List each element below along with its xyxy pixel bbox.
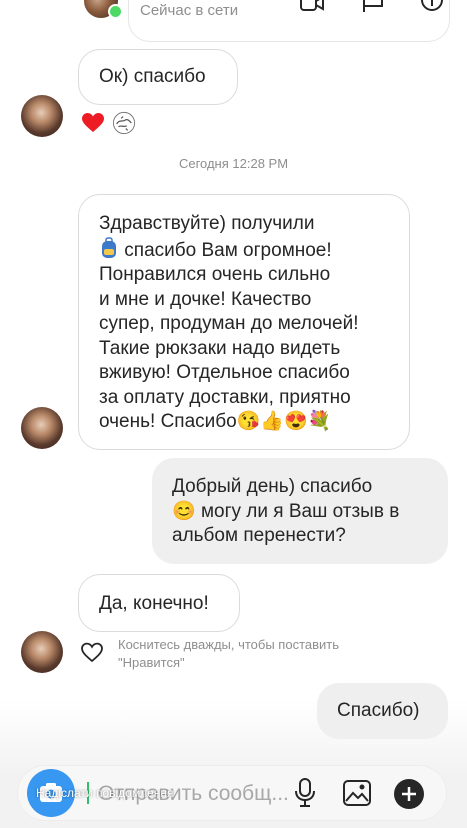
avatar[interactable] bbox=[21, 631, 63, 673]
message-text: Ок) спасибо bbox=[99, 66, 206, 87]
message-bubble-incoming[interactable]: Да, конечно! bbox=[78, 574, 240, 632]
double-tap-hint: Коснитесь дважды, чтобы поставить "Нрави… bbox=[118, 637, 340, 670]
message-text: Добрый день) спасибо 😊 могу ли я Ваш отз… bbox=[172, 476, 400, 546]
flag-icon[interactable] bbox=[362, 0, 386, 14]
watermark-text: Надіслати повідомлення bbox=[36, 786, 174, 800]
plus-icon bbox=[402, 787, 416, 801]
heart-icon[interactable] bbox=[81, 111, 105, 135]
video-call-icon[interactable] bbox=[300, 0, 324, 14]
message-bubble-incoming[interactable]: Здравствуйте) получили спасибо Вам огром… bbox=[78, 194, 410, 450]
message-bubble-outgoing[interactable]: Спасибо) bbox=[317, 683, 448, 739]
microphone-icon[interactable] bbox=[292, 777, 318, 809]
emoji-group: 😘👍😍💐 bbox=[236, 411, 332, 432]
message-bubble-outgoing[interactable]: Добрый день) спасибо 😊 могу ли я Ваш отз… bbox=[152, 458, 448, 564]
smile-emoji: 😊 bbox=[172, 500, 196, 522]
add-button[interactable] bbox=[394, 779, 424, 809]
message-text: Да, конечно! bbox=[99, 593, 209, 614]
message-text: Здравствуйте) получили спасибо Вам огром… bbox=[99, 213, 359, 432]
avatar[interactable] bbox=[21, 407, 63, 449]
like-heart-icon[interactable] bbox=[80, 641, 104, 663]
online-indicator bbox=[108, 4, 123, 19]
timestamp: Сегодня 12:28 PM bbox=[178, 156, 289, 171]
gallery-icon[interactable] bbox=[342, 779, 372, 807]
backpack-emoji bbox=[99, 236, 119, 259]
message-bubble-incoming[interactable]: Ок) спасибо bbox=[78, 49, 238, 105]
message-text: Спасибо) bbox=[337, 700, 420, 721]
avatar[interactable] bbox=[21, 95, 63, 137]
sticker-icon[interactable] bbox=[112, 111, 136, 135]
info-icon[interactable] bbox=[420, 0, 444, 14]
online-status: Сейчас в сети bbox=[140, 2, 239, 19]
